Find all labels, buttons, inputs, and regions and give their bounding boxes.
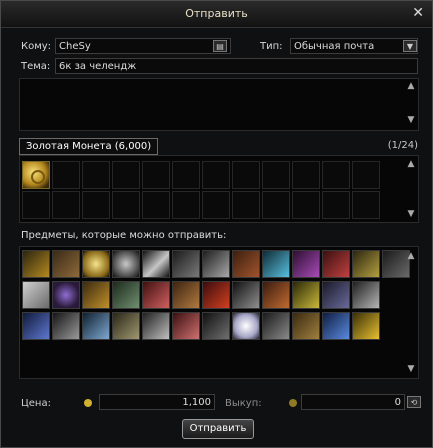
scroll-down-icon[interactable]: ▼ [405,364,417,374]
chevron-down-icon[interactable]: ▼ [403,40,417,52]
inventory-item[interactable] [292,250,320,278]
attachment-slot[interactable] [82,191,110,219]
inventory-item[interactable] [22,250,50,278]
title-bar[interactable]: Отправить ✕ [1,1,432,28]
inventory-item[interactable] [262,312,290,340]
inventory-item[interactable] [202,250,230,278]
attachment-slot[interactable] [172,191,200,219]
price-input[interactable]: 1,100 [99,394,215,410]
inventory-item[interactable] [142,312,170,340]
inventory-item[interactable] [322,250,350,278]
attachment-slot[interactable] [352,191,380,219]
attachment-slot[interactable] [232,191,260,219]
type-label: Тип: [260,41,283,52]
attachment-slot[interactable] [22,191,50,219]
buyout-label: Выкуп: [225,398,262,409]
attachment-slot[interactable] [82,161,110,189]
attachment-slot[interactable] [202,161,230,189]
inventory-item[interactable] [22,281,50,309]
gold-coin-icon [289,399,297,407]
buyout-toggle-button[interactable]: ⟲ [407,396,421,408]
inventory-item[interactable] [142,281,170,309]
inventory-item[interactable] [232,250,260,278]
attachment-slot[interactable] [142,191,170,219]
mail-send-window: Отправить ✕ Кому: CheSy ▤ Тип: Обычная п… [0,0,433,448]
close-icon[interactable]: ✕ [412,5,424,21]
inventory-item[interactable] [142,250,170,278]
recipient-input[interactable]: CheSy [55,38,231,54]
scroll-down-icon[interactable]: ▼ [405,115,417,125]
inventory-item[interactable] [52,281,80,309]
attachment-slot[interactable] [292,191,320,219]
scroll-down-icon[interactable]: ▼ [405,209,417,219]
inventory-item[interactable] [322,312,350,340]
inventory-item[interactable] [352,281,380,309]
sendable-items-heading: Предметы, которые можно отправить: [21,230,227,241]
gold-coin-icon[interactable] [22,161,50,189]
inventory-item[interactable] [172,312,200,340]
price-label: Цена: [21,398,51,409]
mail-type-select[interactable]: Обычная почта [290,38,418,54]
inventory-item[interactable] [262,281,290,309]
inventory-item[interactable] [352,312,380,340]
inventory-item[interactable] [82,250,110,278]
window-title: Отправить [185,7,248,20]
inventory-item[interactable] [112,281,140,309]
message-body-textarea[interactable] [19,78,419,131]
gold-coin-icon [84,399,92,407]
attachment-slot[interactable] [292,161,320,189]
inventory-item[interactable] [352,250,380,278]
inventory-item[interactable] [52,250,80,278]
inventory-item[interactable] [112,250,140,278]
inventory-item[interactable] [262,250,290,278]
inventory-item[interactable] [172,250,200,278]
attachment-slot[interactable] [112,191,140,219]
inventory-item[interactable] [52,312,80,340]
inventory-item[interactable] [112,312,140,340]
attachment-slot[interactable] [172,161,200,189]
item-tooltip: Золотая Монета (6,000) [19,138,159,155]
inventory-item[interactable] [82,312,110,340]
attachment-slot[interactable] [322,161,350,189]
attachment-counter: (1/24) [387,140,418,151]
inventory-item[interactable] [172,281,200,309]
attachment-slot[interactable] [52,161,80,189]
attachment-slot[interactable] [262,161,290,189]
address-book-icon[interactable]: ▤ [213,40,227,52]
inventory-item[interactable] [22,312,50,340]
inventory-item[interactable] [232,312,260,340]
attachment-slot[interactable] [232,161,260,189]
inventory-item[interactable] [322,281,350,309]
buyout-input[interactable]: 0 [301,394,405,410]
attachment-slot[interactable] [202,191,230,219]
inventory-item[interactable] [202,312,230,340]
to-label: Кому: [21,41,52,52]
attachment-slot[interactable] [352,161,380,189]
send-button[interactable]: Отправить [182,419,254,439]
inventory-item[interactable] [232,281,260,309]
attachment-slot[interactable] [142,161,170,189]
subject-input[interactable]: 6к за челендж [55,58,418,74]
inventory-item[interactable] [202,281,230,309]
inventory-item[interactable] [292,312,320,340]
attachment-slot[interactable] [262,191,290,219]
attachment-slot[interactable] [112,161,140,189]
subject-label: Тема: [21,61,51,72]
inventory-item[interactable] [292,281,320,309]
inventory-item[interactable] [82,281,110,309]
scroll-up-icon[interactable]: ▲ [405,159,417,169]
scroll-up-icon[interactable]: ▲ [405,81,417,91]
attachment-slot[interactable] [322,191,350,219]
scroll-up-icon[interactable]: ▲ [405,251,417,261]
attachment-slot[interactable] [52,191,80,219]
